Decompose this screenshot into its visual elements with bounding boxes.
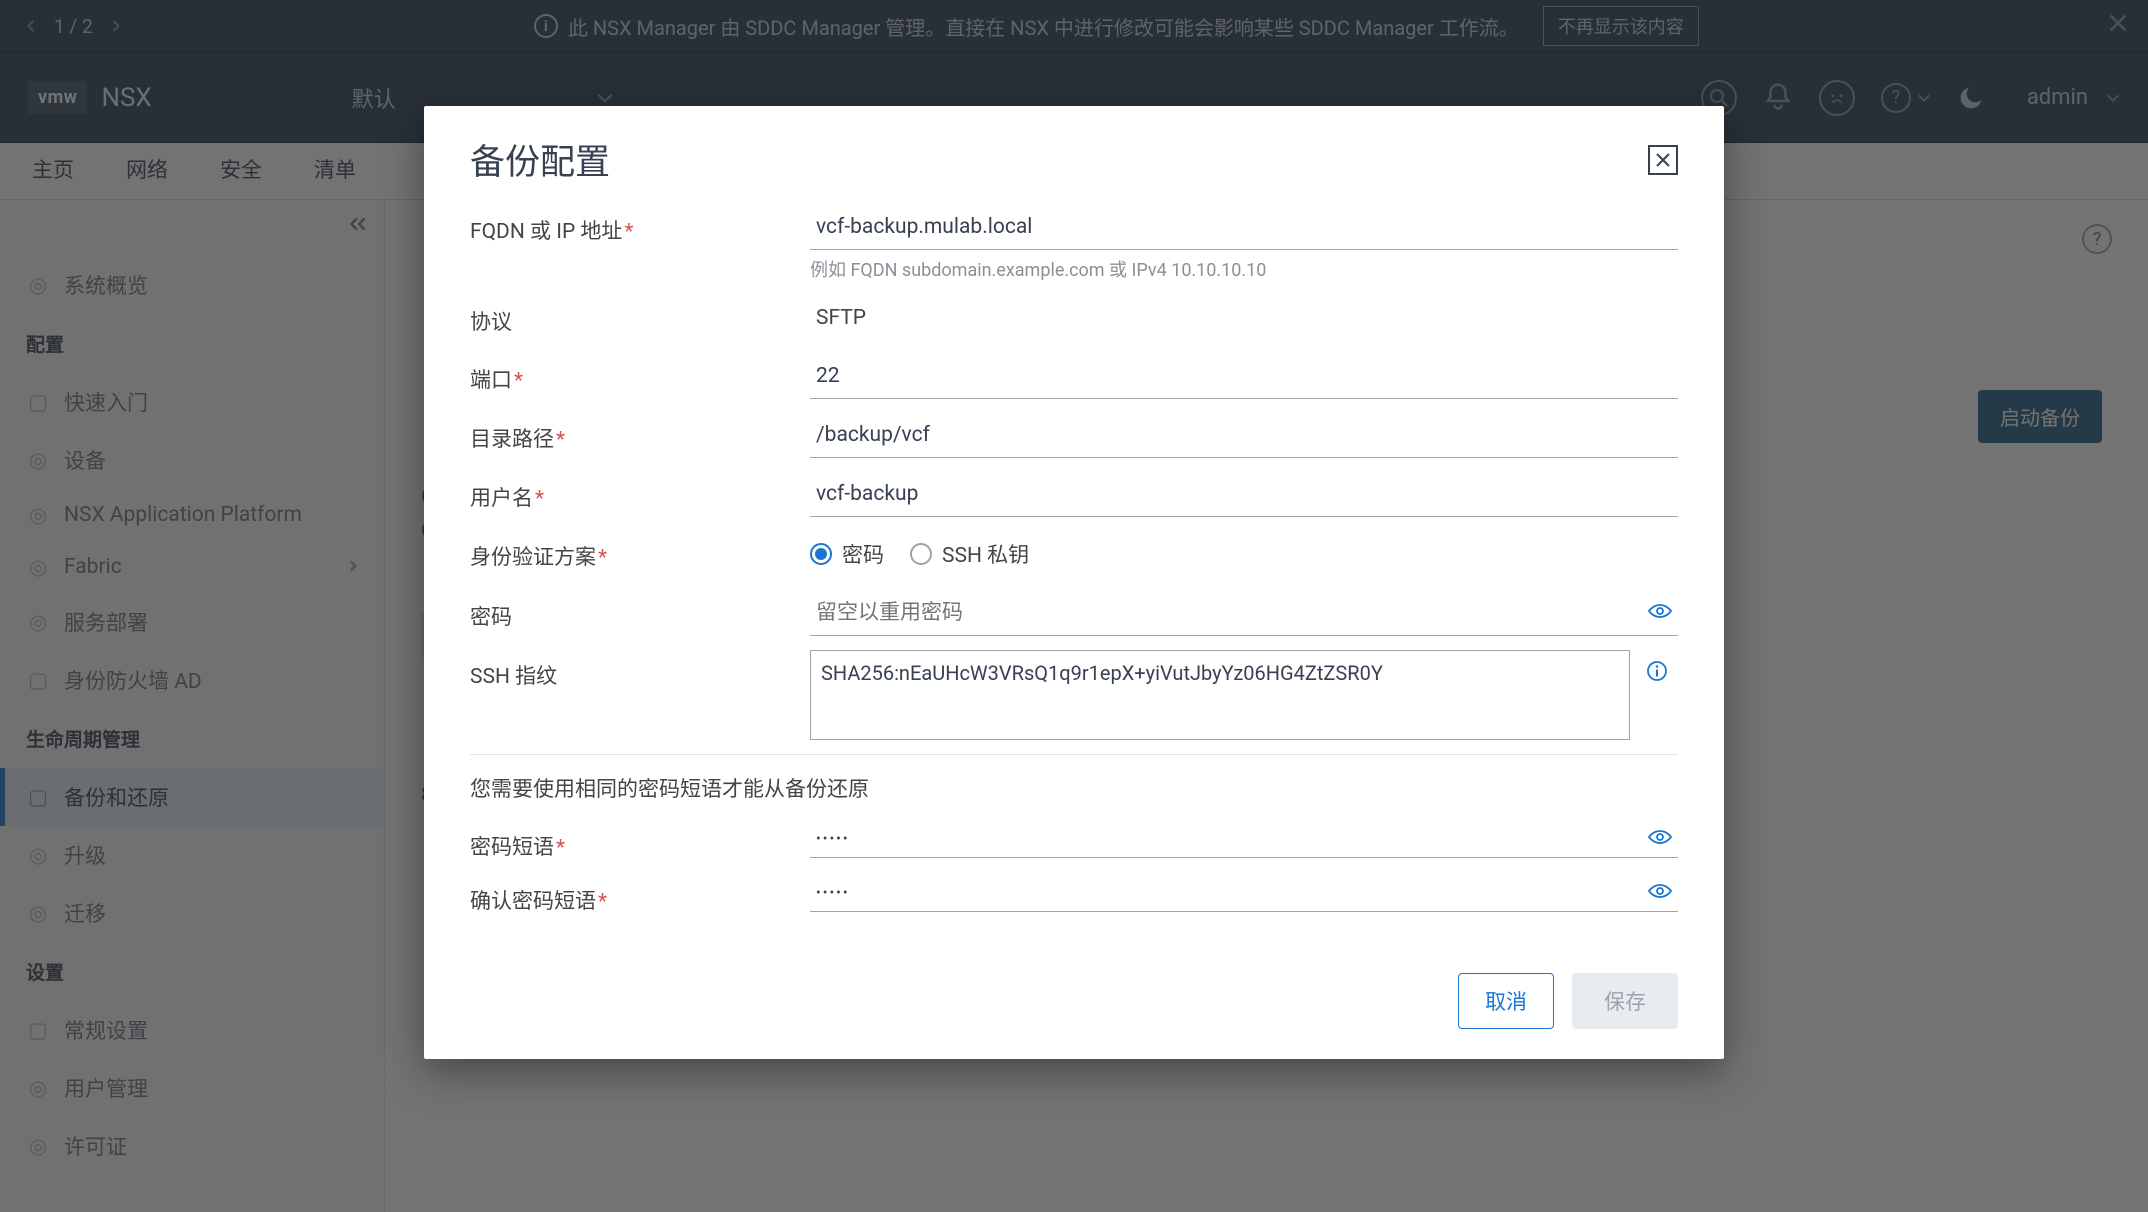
passphrase-input[interactable] [810,821,1642,857]
modal-header: 备份配置 [424,106,1724,195]
auth-radio-group: 密码 SSH 私钥 [810,531,1678,577]
divider [470,754,1678,755]
form-row-passphrase: 密码短语* [470,821,1678,861]
auth-radio-password[interactable]: 密码 [810,539,884,569]
cancel-button[interactable]: 取消 [1458,973,1554,1029]
directory-label: 目录路径* [470,413,810,453]
auth-label: 身份验证方案* [470,531,810,571]
form-row-confirm-passphrase: 确认密码短语* [470,875,1678,915]
username-label: 用户名* [470,472,810,512]
ssh-fingerprint-label: SSH 指纹 [470,650,810,690]
username-input[interactable] [810,472,1678,517]
directory-input[interactable] [810,413,1678,458]
backup-config-modal: 备份配置 FQDN 或 IP 地址* 例如 FQDN subdomain.exa… [424,106,1724,1059]
port-label: 端口* [470,354,810,394]
eye-icon[interactable] [1642,882,1678,904]
form-row-protocol: 协议 SFTP [470,296,1678,340]
modal-close-button[interactable] [1648,145,1678,175]
radio-unchecked-icon [910,543,932,565]
form-row-ssh-fingerprint: SSH 指纹 SHA256:nEaUHcW3VRsQ1q9r1epX+yiVut… [470,650,1678,740]
form-row-port: 端口* [470,354,1678,399]
modal-overlay: 备份配置 FQDN 或 IP 地址* 例如 FQDN subdomain.exa… [0,0,2148,1212]
form-row-username: 用户名* [470,472,1678,517]
form-row-fqdn: FQDN 或 IP 地址* 例如 FQDN subdomain.example.… [470,205,1678,282]
passphrase-label: 密码短语* [470,821,810,861]
form-row-password: 密码 [470,591,1678,636]
modal-title: 备份配置 [470,134,610,185]
modal-body: FQDN 或 IP 地址* 例如 FQDN subdomain.example.… [424,195,1724,949]
form-row-auth: 身份验证方案* 密码 SSH 私钥 [470,531,1678,577]
eye-icon[interactable] [1642,828,1678,850]
port-input[interactable] [810,354,1678,399]
modal-footer: 取消 保存 [424,949,1724,1059]
password-label: 密码 [470,591,810,631]
save-button[interactable]: 保存 [1572,973,1678,1029]
fqdn-hint: 例如 FQDN subdomain.example.com 或 IPv4 10.… [810,256,1678,282]
password-input[interactable] [810,591,1642,635]
confirm-passphrase-input[interactable] [810,875,1642,911]
protocol-label: 协议 [470,296,810,336]
info-icon[interactable] [1646,650,1668,686]
ssh-fingerprint-textarea[interactable]: SHA256:nEaUHcW3VRsQ1q9r1epX+yiVutJbyYz06… [810,650,1630,740]
fqdn-label: FQDN 或 IP 地址* [470,205,810,245]
form-row-directory: 目录路径* [470,413,1678,458]
eye-icon[interactable] [1642,602,1678,624]
passphrase-note: 您需要使用相同的密码短语才能从备份还原 [470,773,1678,803]
protocol-value: SFTP [810,296,1678,340]
fqdn-input[interactable] [810,205,1678,250]
radio-checked-icon [810,543,832,565]
auth-radio-sshkey[interactable]: SSH 私钥 [910,539,1029,569]
confirm-passphrase-label: 确认密码短语* [470,875,810,915]
